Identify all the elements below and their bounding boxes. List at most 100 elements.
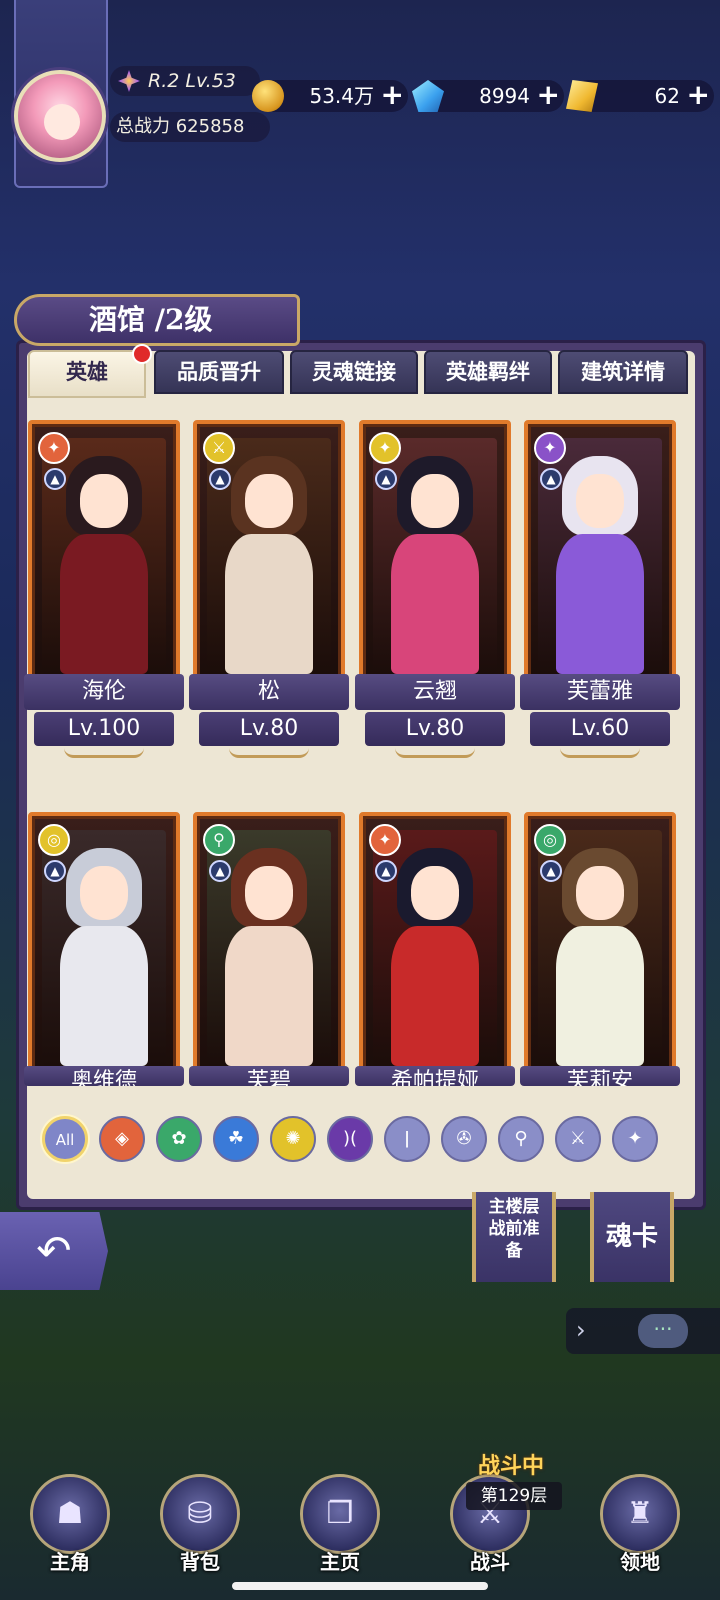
prebattle-button[interactable]: 主楼层战前准备 (472, 1192, 556, 1282)
filter-all-button[interactable]: All (42, 1116, 88, 1162)
hero-face (245, 866, 293, 920)
chat-bubble-icon: ··· (638, 1314, 688, 1348)
book-icon: ❐ (326, 1496, 354, 1531)
hero-portrait-frame: ◎ ▲ (524, 812, 676, 1074)
hero-face (80, 866, 128, 920)
element-badge-icon: ⚔ (203, 432, 235, 464)
ticket-plus-button[interactable]: + (687, 80, 710, 110)
hero-level: Lv.100 (34, 712, 174, 746)
avatar-face (44, 104, 80, 140)
tab-soul-link[interactable]: 灵魂链接 (290, 350, 418, 394)
hero-face (80, 474, 128, 528)
resource-diamond: 8994 + (412, 80, 564, 112)
player-level-pill: R.2 Lv.53 (110, 66, 260, 96)
hero-card[interactable]: ✦ ▲ 希帕提娅 (355, 812, 515, 1132)
class-badge-icon: ▲ (375, 468, 397, 490)
hero-face (576, 866, 624, 920)
spin-class-icon[interactable]: ✇ (441, 1116, 487, 1162)
class-badge-icon: ▲ (375, 860, 397, 882)
tab-hero-bond[interactable]: 英雄羁绊 (424, 350, 552, 394)
element-badge-icon: ⚲ (203, 824, 235, 856)
back-button[interactable]: ↶ (0, 1212, 108, 1290)
soul-card-label: 魂卡 (605, 1222, 658, 1252)
hero-outfit (391, 534, 479, 674)
hero-name: 松 (189, 674, 349, 710)
nav-label: 战斗 (470, 1550, 510, 1574)
nav-hooded-hero[interactable]: ☗ 主角 (20, 1470, 120, 1574)
hero-name: 芙莉安 (520, 1066, 680, 1086)
card-ornament (229, 748, 309, 758)
tab-hero-bond-label: 英雄羁绊 (446, 359, 530, 384)
staff-class-icon[interactable]: ⚲ (498, 1116, 544, 1162)
gold-coin-icon (252, 80, 284, 112)
hero-face (245, 474, 293, 528)
wing-class-icon[interactable]: ✦ (612, 1116, 658, 1162)
hooded-hero-icon: ☗ (56, 1496, 84, 1531)
tab-quality-upgrade-label: 品质晋升 (177, 359, 261, 384)
home-indicator (232, 1582, 488, 1590)
bow-class-icon[interactable]: ⚔ (555, 1116, 601, 1162)
nav-castle[interactable]: ♜ 领地 (590, 1470, 690, 1574)
tab-building-details-label: 建筑详情 (581, 359, 665, 384)
class-badge-icon: ▲ (540, 860, 562, 882)
wind-element-icon[interactable]: ✿ (156, 1116, 202, 1162)
hero-card[interactable]: ⚲ ▲ 芙碧 (189, 812, 349, 1132)
tab-quality-upgrade[interactable]: 品质晋升 (154, 350, 284, 394)
tab-building-details[interactable]: 建筑详情 (558, 350, 688, 394)
element-badge-icon: ◎ (534, 824, 566, 856)
diamond-icon (412, 80, 444, 112)
diamond-plus-button[interactable]: + (537, 80, 560, 110)
light-element-icon[interactable]: ✺ (270, 1116, 316, 1162)
bag-icon: ⛁ (187, 1496, 213, 1531)
panel-title: 酒馆 /2级 (14, 294, 300, 346)
card-ornament (64, 748, 144, 758)
hero-name: 芙蕾雅 (520, 674, 680, 710)
element-badge-icon: ✦ (369, 824, 401, 856)
hero-card[interactable]: ✦ ▲ 云翘 Lv.80 (355, 420, 515, 758)
tab-soul-link-label: 灵魂链接 (312, 359, 396, 384)
castle-icon: ♜ (626, 1496, 654, 1531)
battle-floor-tag: 第129层 (466, 1482, 562, 1510)
hero-outfit (556, 926, 644, 1066)
hero-portrait-frame: ✦ ▲ (359, 420, 511, 682)
soul-card-button[interactable]: 魂卡 (590, 1192, 674, 1282)
fire-element-icon[interactable]: ◈ (99, 1116, 145, 1162)
class-badge-icon: ▲ (540, 468, 562, 490)
hero-portrait-frame: ⚲ ▲ (193, 812, 345, 1074)
player-avatar[interactable] (14, 70, 106, 162)
dark-element-icon[interactable]: )( (327, 1116, 373, 1162)
hero-outfit (225, 926, 313, 1066)
class-badge-icon: ▲ (209, 860, 231, 882)
ticket-value: 62 (654, 84, 680, 108)
ticket-icon (566, 80, 598, 112)
hero-card[interactable]: ✦ ▲ 芙蕾雅 Lv.60 (520, 420, 680, 758)
chat-bar[interactable]: › ··· (566, 1308, 720, 1354)
hero-portrait-frame: ✦ ▲ (524, 420, 676, 682)
card-ornament (560, 748, 640, 758)
hero-outfit (60, 926, 148, 1066)
hero-outfit (391, 926, 479, 1066)
element-badge-icon: ✦ (534, 432, 566, 464)
class-badge-icon: ▲ (44, 468, 66, 490)
hero-card[interactable]: ✦ ▲ 海伦 Lv.100 (24, 420, 184, 758)
battle-status-tag: 战斗中 (478, 1453, 545, 1479)
total-power: 总战力 625858 (110, 112, 270, 142)
gold-plus-button[interactable]: + (381, 80, 404, 110)
hero-card[interactable]: ◎ ▲ 奥维德 (24, 812, 184, 1132)
diamond-value: 8994 (479, 84, 530, 108)
hero-card[interactable]: ◎ ▲ 芙莉安 (520, 812, 680, 1132)
rank-icon (118, 70, 140, 92)
prebattle-label: 主楼层战前准备 (488, 1197, 540, 1261)
hero-card[interactable]: ⚔ ▲ 松 Lv.80 (189, 420, 349, 758)
nav-bag[interactable]: ⛁ 背包 (150, 1470, 250, 1574)
resource-ticket: 62 + (566, 80, 714, 112)
tab-heroes-label: 英雄 (66, 359, 108, 384)
sword-class-icon[interactable]: ǀ (384, 1116, 430, 1162)
element-badge-icon: ◎ (38, 824, 70, 856)
nav-book[interactable]: ❐ 主页 (290, 1470, 390, 1574)
tab-heroes[interactable]: 英雄 (28, 344, 152, 398)
hero-portrait-frame: ⚔ ▲ (193, 420, 345, 682)
water-element-icon[interactable]: ☘ (213, 1116, 259, 1162)
element-badge-icon: ✦ (38, 432, 70, 464)
power-label: 总战力 (116, 116, 170, 137)
